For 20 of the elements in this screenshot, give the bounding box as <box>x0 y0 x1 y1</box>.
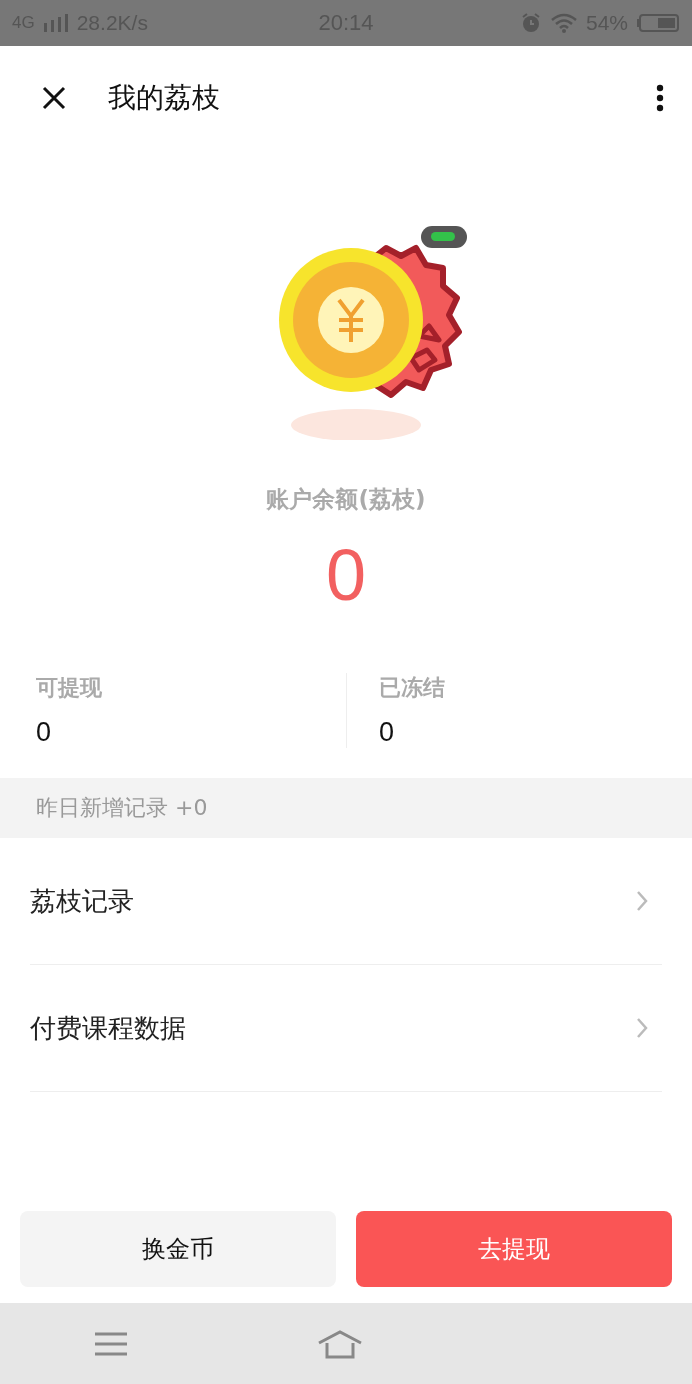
stat-value: 0 <box>36 717 53 748</box>
menu-item[interactable]: 荔枝记录 <box>30 838 662 965</box>
exchange-button[interactable]: 换金币 <box>20 1211 336 1287</box>
menu-icon[interactable] <box>94 1330 129 1357</box>
stat-value: 0 <box>379 717 396 748</box>
wifi-icon <box>549 12 578 34</box>
stat-label: 已冻结 <box>379 674 446 702</box>
stat-label: 可提现 <box>36 674 103 702</box>
page-title: 我的荔枝 <box>108 80 221 116</box>
balance-value: 0 <box>325 535 366 615</box>
battery-icon <box>636 13 680 33</box>
balance-label: 账户余额(荔枝) <box>266 485 426 514</box>
close-icon[interactable] <box>42 86 66 110</box>
signal-icon <box>42 13 69 33</box>
home-icon[interactable] <box>317 1328 363 1359</box>
chevron-right-icon <box>636 1017 648 1039</box>
chevron-right-icon <box>636 890 648 912</box>
menu-item[interactable]: 付费课程数据 <box>30 965 662 1092</box>
more-icon[interactable] <box>656 84 664 112</box>
notice-bar: 昨日新增记录 +0 <box>0 778 692 838</box>
